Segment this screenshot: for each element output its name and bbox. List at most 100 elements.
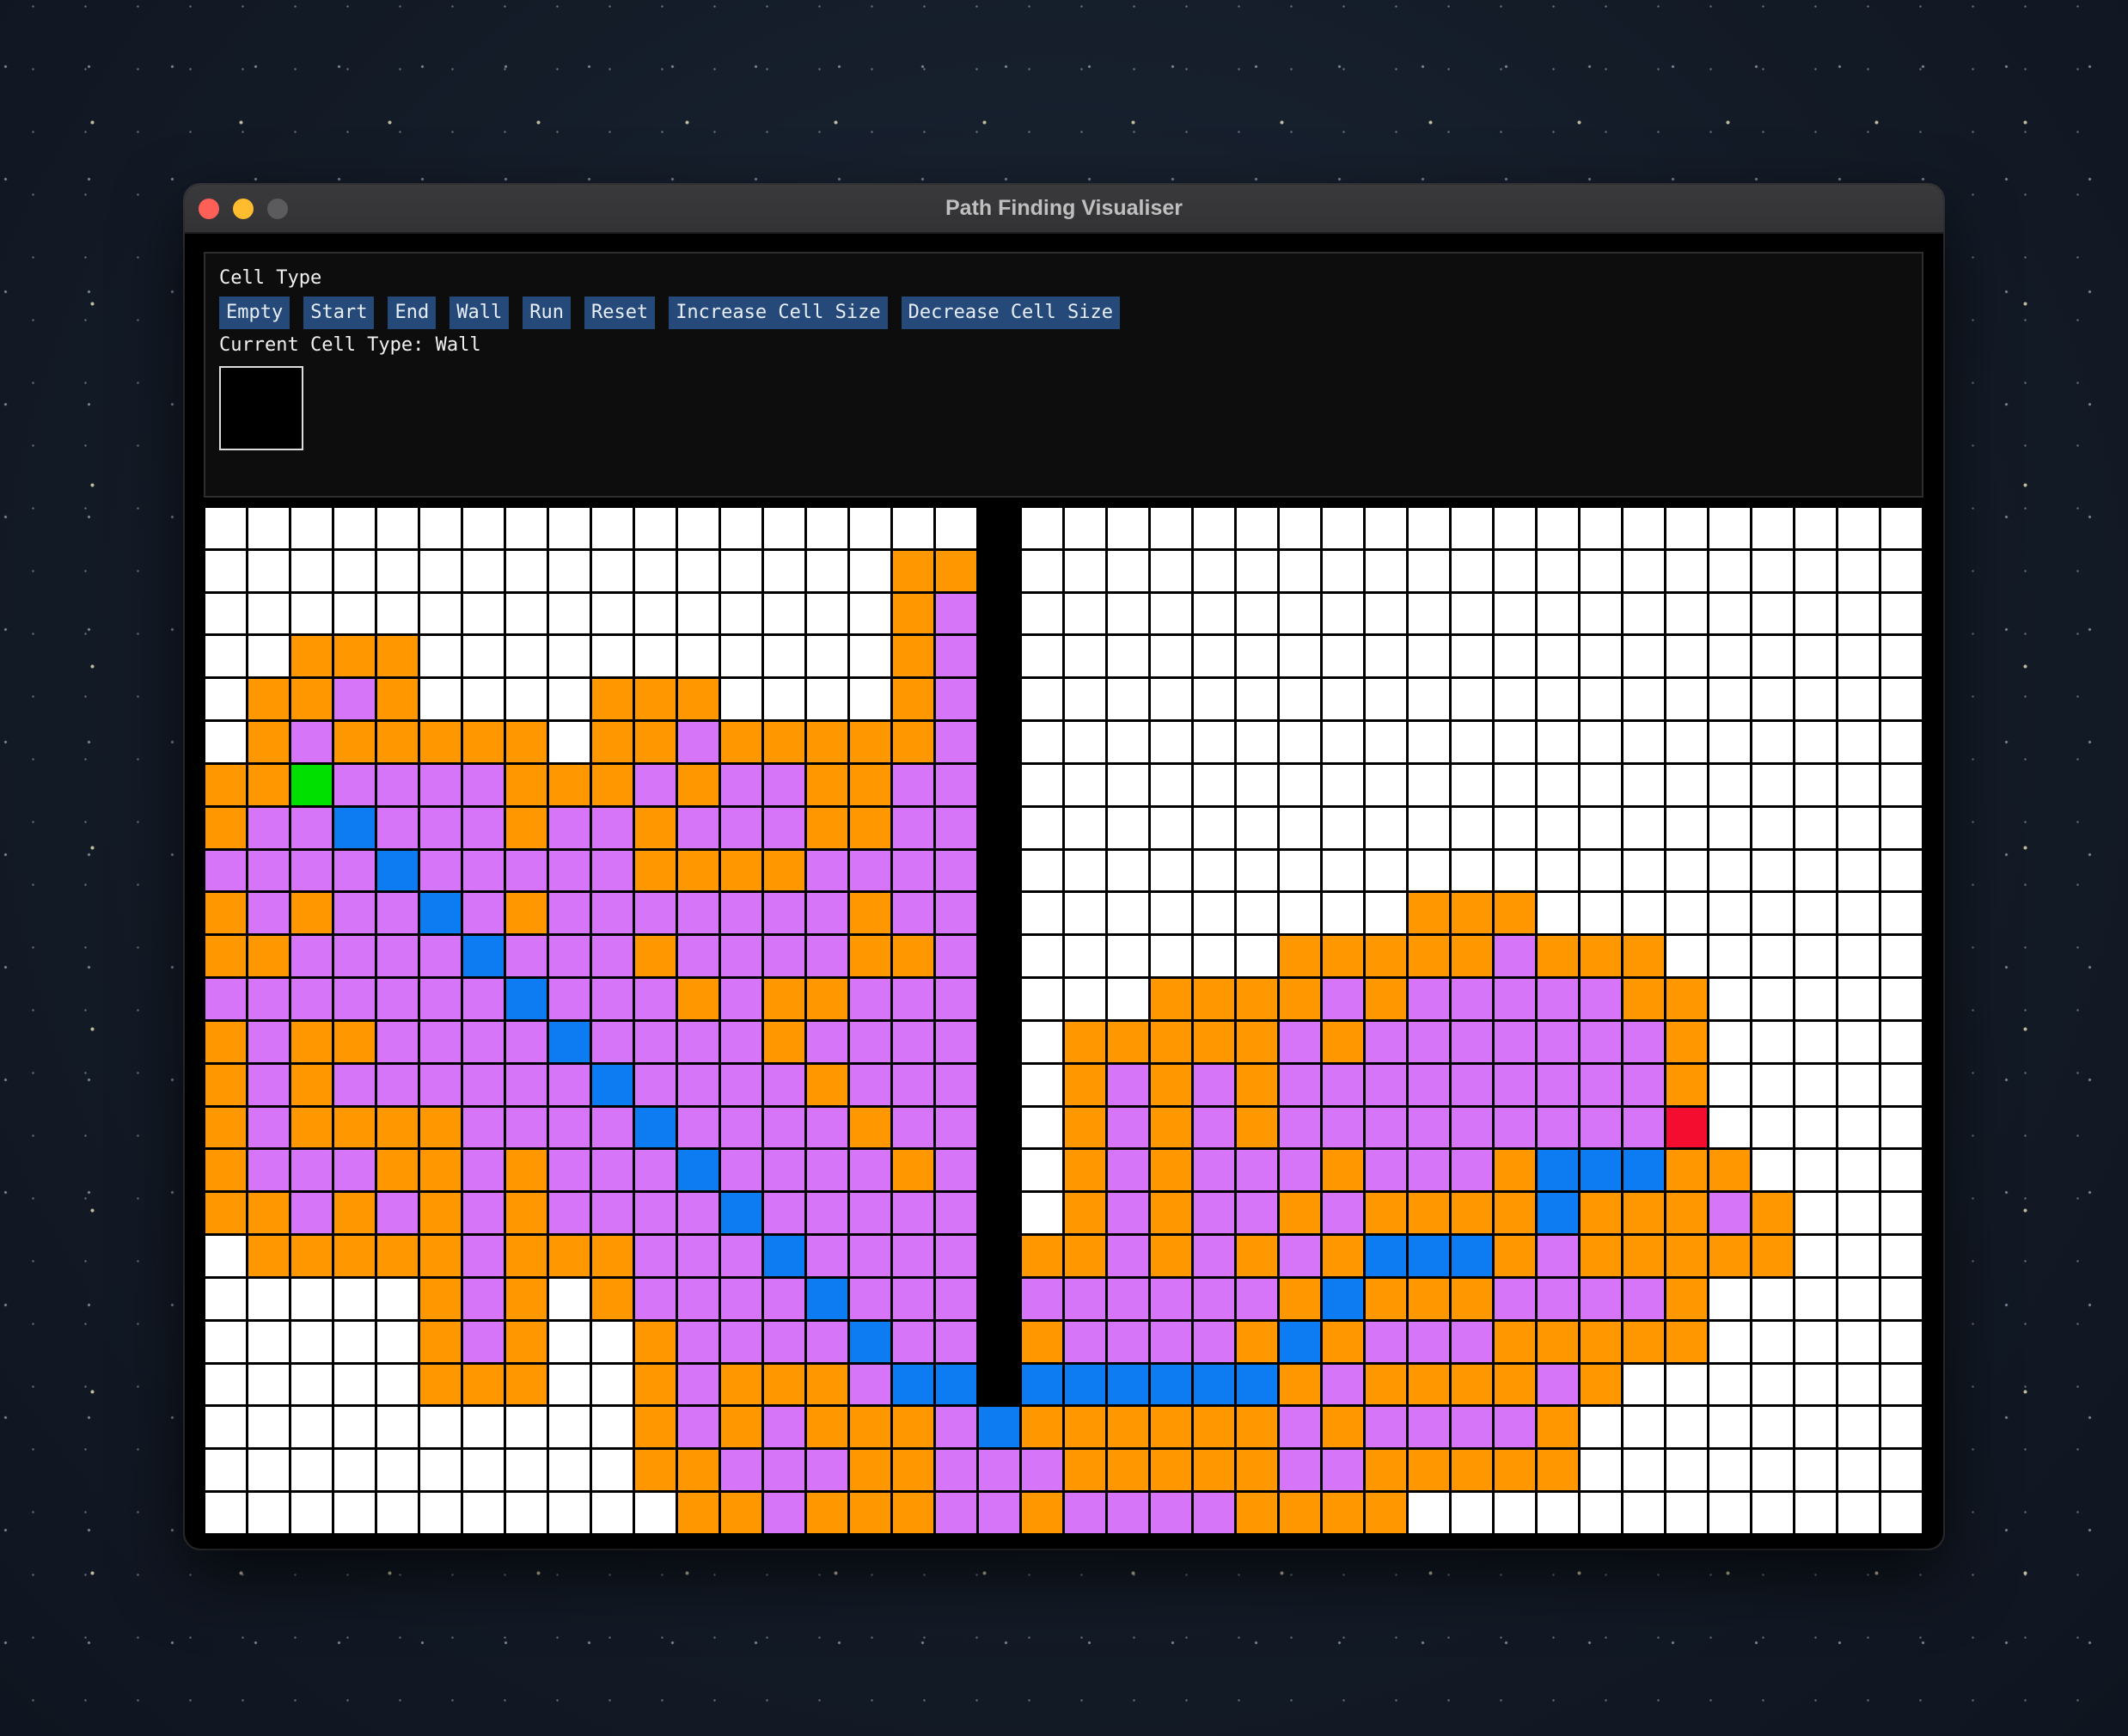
grid-cell-frontier[interactable] xyxy=(1624,936,1664,977)
grid-cell-visited[interactable] xyxy=(1108,1493,1148,1533)
grid-cell-empty[interactable] xyxy=(1881,1278,1922,1319)
grid-cell-empty[interactable] xyxy=(635,508,676,548)
grid-cell-wall[interactable] xyxy=(979,850,1019,891)
grid-cell-visited[interactable] xyxy=(248,1107,289,1148)
reset-button[interactable]: Reset xyxy=(584,296,656,329)
grid-cell-frontier[interactable] xyxy=(807,1407,847,1448)
grid-cell-visited[interactable] xyxy=(463,807,504,848)
grid-cell-empty[interactable] xyxy=(549,1407,590,1448)
grid-cell-frontier[interactable] xyxy=(1194,1407,1234,1448)
grid-cell-empty[interactable] xyxy=(506,1450,547,1491)
grid-cell-frontier[interactable] xyxy=(807,1364,847,1405)
grid-cell-empty[interactable] xyxy=(1366,550,1406,591)
grid-cell-visited[interactable] xyxy=(850,1064,890,1105)
grid-cell-frontier[interactable] xyxy=(1280,1493,1320,1533)
grid-cell-empty[interactable] xyxy=(1538,893,1578,934)
grid-cell-empty[interactable] xyxy=(291,550,332,591)
grid-cell-visited[interactable] xyxy=(893,1021,933,1062)
grid-cell-visited[interactable] xyxy=(248,807,289,848)
grid-cell-empty[interactable] xyxy=(1409,550,1449,591)
grid-cell-frontier[interactable] xyxy=(205,764,246,805)
grid-cell-visited[interactable] xyxy=(1452,1150,1492,1191)
grid-cell-visited[interactable] xyxy=(936,807,976,848)
grid-cell-visited[interactable] xyxy=(936,1278,976,1319)
grid-cell-frontier[interactable] xyxy=(592,679,633,720)
grid-cell-frontier[interactable] xyxy=(1323,1021,1363,1062)
grid-cell-visited[interactable] xyxy=(1366,1021,1406,1062)
grid-cell-empty[interactable] xyxy=(205,1493,246,1533)
grid-cell-empty[interactable] xyxy=(592,1493,633,1533)
grid-cell-frontier[interactable] xyxy=(850,1493,890,1533)
grid-cell-empty[interactable] xyxy=(1881,1450,1922,1491)
grid-cell-empty[interactable] xyxy=(377,1321,418,1362)
grid-cell-empty[interactable] xyxy=(1108,508,1148,548)
grid-cell-frontier[interactable] xyxy=(1194,1021,1234,1062)
grid-cell-empty[interactable] xyxy=(1881,936,1922,977)
grid-cell-visited[interactable] xyxy=(1280,1150,1320,1191)
grid-cell-visited[interactable] xyxy=(1237,1150,1277,1191)
grid-cell-frontier[interactable] xyxy=(807,807,847,848)
grid-cell-visited[interactable] xyxy=(850,1021,890,1062)
grid-cell-empty[interactable] xyxy=(1838,1364,1879,1405)
grid-cell-empty[interactable] xyxy=(1323,764,1363,805)
grid-cell-visited[interactable] xyxy=(764,1150,804,1191)
grid-cell-visited[interactable] xyxy=(807,1193,847,1234)
grid-cell-empty[interactable] xyxy=(1151,764,1191,805)
grid-cell-visited[interactable] xyxy=(893,807,933,848)
grid-cell-empty[interactable] xyxy=(334,1450,375,1491)
grid-cell-visited[interactable] xyxy=(764,1064,804,1105)
grid-cell-frontier[interactable] xyxy=(205,1021,246,1062)
grid-cell-frontier[interactable] xyxy=(678,1450,719,1491)
grid-cell-visited[interactable] xyxy=(334,979,375,1019)
grid-cell-empty[interactable] xyxy=(721,636,761,677)
grid-cell-frontier[interactable] xyxy=(893,1493,933,1533)
grid-cell-empty[interactable] xyxy=(506,636,547,677)
grid-cell-visited[interactable] xyxy=(1151,1493,1191,1533)
grid-cell-empty[interactable] xyxy=(1838,1107,1879,1148)
grid-cell-empty[interactable] xyxy=(1237,550,1277,591)
grid-cell-visited[interactable] xyxy=(936,1021,976,1062)
grid-cell-frontier[interactable] xyxy=(1581,936,1621,977)
grid-cell-visited[interactable] xyxy=(592,936,633,977)
grid-cell-empty[interactable] xyxy=(377,508,418,548)
grid-cell-empty[interactable] xyxy=(549,508,590,548)
grid-cell-visited[interactable] xyxy=(1581,979,1621,1019)
grid-cell-frontier[interactable] xyxy=(1065,1236,1105,1276)
grid-cell-visited[interactable] xyxy=(1538,979,1578,1019)
grid-cell-empty[interactable] xyxy=(1795,1021,1836,1062)
grid-cell-empty[interactable] xyxy=(1581,1407,1621,1448)
grid-cell-empty[interactable] xyxy=(1709,722,1750,762)
grid-cell-visited[interactable] xyxy=(678,1064,719,1105)
grid-cell-frontier[interactable] xyxy=(334,1021,375,1062)
grid-cell-visited[interactable] xyxy=(764,893,804,934)
grid-cell-frontier[interactable] xyxy=(420,1193,461,1234)
grid-cell-visited[interactable] xyxy=(592,807,633,848)
grid-cell-frontier[interactable] xyxy=(807,1064,847,1105)
grid-cell-visited[interactable] xyxy=(936,1236,976,1276)
grid-cell-empty[interactable] xyxy=(1022,807,1062,848)
grid-cell-empty[interactable] xyxy=(1709,764,1750,805)
grid-cell-empty[interactable] xyxy=(506,1407,547,1448)
grid-cell-empty[interactable] xyxy=(1452,807,1492,848)
grid-cell-frontier[interactable] xyxy=(420,1107,461,1148)
grid-cell-visited[interactable] xyxy=(506,936,547,977)
grid-cell-frontier[interactable] xyxy=(463,722,504,762)
grid-cell-frontier[interactable] xyxy=(248,722,289,762)
grid-cell-empty[interactable] xyxy=(592,1450,633,1491)
grid-cell-wall[interactable] xyxy=(979,979,1019,1019)
grid-cell-empty[interactable] xyxy=(549,1364,590,1405)
grid-cell-empty[interactable] xyxy=(1624,636,1664,677)
grid-cell-empty[interactable] xyxy=(1538,764,1578,805)
grid-cell-frontier[interactable] xyxy=(1709,1150,1750,1191)
grid-cell-visited[interactable] xyxy=(936,722,976,762)
grid-cell-visited[interactable] xyxy=(1452,1407,1492,1448)
grid-cell-visited[interactable] xyxy=(764,807,804,848)
grid-cell-empty[interactable] xyxy=(1838,550,1879,591)
grid-cell-empty[interactable] xyxy=(1752,850,1793,891)
grid-cell-empty[interactable] xyxy=(1881,1407,1922,1448)
grid-cell-empty[interactable] xyxy=(1194,893,1234,934)
grid-cell-empty[interactable] xyxy=(1280,679,1320,720)
grid-cell-visited[interactable] xyxy=(1108,1321,1148,1362)
grid-cell-frontier[interactable] xyxy=(1366,936,1406,977)
grid-cell-frontier[interactable] xyxy=(248,1193,289,1234)
